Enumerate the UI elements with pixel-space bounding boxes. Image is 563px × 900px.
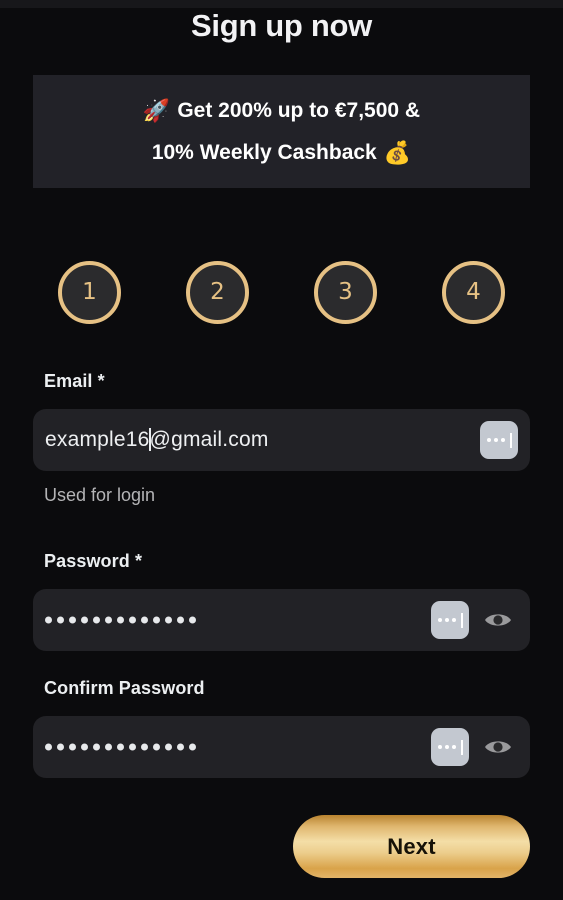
autofill-caret-icon (509, 432, 512, 448)
masked-character-dot (117, 743, 124, 751)
confirm-password-field[interactable] (33, 716, 530, 778)
password-autofill-button[interactable] (431, 601, 469, 639)
autofill-caret-icon (460, 612, 463, 628)
three-dots-icon (500, 438, 505, 442)
email-value-before-caret: example16 (45, 428, 150, 451)
password-label: Password * (44, 551, 143, 571)
promo-line-1-text: Get 200% up to €7,500 & (177, 98, 421, 122)
password-reveal-button[interactable] (480, 602, 516, 638)
confirm-password-reveal-button[interactable] (480, 729, 516, 765)
masked-character-dot (93, 743, 100, 751)
step-indicator: 1 2 3 4 (33, 257, 530, 327)
three-dots-icon (437, 618, 442, 622)
email-label: Email * (44, 371, 105, 391)
email-helper-text: Used for login (44, 485, 156, 505)
masked-character-dot (93, 616, 100, 624)
promo-line-2: 10% Weekly Cashback 💰 (152, 133, 411, 173)
masked-character-dot (57, 743, 64, 751)
promo-banner: 🚀 Get 200% up to €7,500 & 10% Weekly Cas… (33, 75, 530, 188)
step-indicator-1[interactable]: 1 (58, 260, 121, 324)
three-dots-icon (451, 745, 456, 749)
masked-character-dot (69, 743, 76, 751)
masked-character-dot (105, 743, 112, 751)
password-field[interactable] (33, 589, 530, 651)
money-bag-icon: 💰 (383, 139, 412, 165)
page-title: Sign up now (191, 8, 372, 43)
masked-character-dot (141, 616, 148, 624)
masked-character-dot (189, 743, 196, 751)
next-button[interactable]: Next (293, 815, 530, 878)
confirm-password-autofill-button[interactable] (431, 728, 469, 766)
email-value-after-caret: @gmail.com (149, 428, 269, 451)
step-indicator-2[interactable]: 2 (186, 260, 249, 324)
password-masked-value (45, 616, 196, 624)
masked-character-dot (153, 616, 160, 624)
three-dots-icon (486, 438, 491, 442)
masked-character-dot (45, 616, 52, 624)
promo-line-1: 🚀 Get 200% up to €7,500 & (143, 91, 420, 131)
masked-character-dot (81, 743, 88, 751)
masked-character-dot (129, 616, 136, 624)
masked-character-dot (117, 616, 124, 624)
three-dots-icon (444, 618, 449, 622)
masked-character-dot (177, 743, 184, 751)
masked-character-dot (105, 616, 112, 624)
masked-character-dot (177, 616, 184, 624)
email-required-marker: * (97, 371, 105, 391)
three-dots-icon (493, 438, 498, 442)
three-dots-icon (444, 745, 449, 749)
masked-character-dot (165, 743, 172, 751)
masked-character-dot (165, 616, 172, 624)
promo-line-2-text: 10% Weekly Cashback (151, 140, 377, 164)
email-value: example16@gmail.com (45, 428, 269, 452)
autofill-caret-icon (460, 739, 463, 755)
email-field[interactable]: example16@gmail.com (33, 409, 530, 471)
confirm-password-masked-value (45, 743, 196, 751)
step-indicator-3[interactable]: 3 (314, 260, 377, 324)
masked-character-dot (81, 616, 88, 624)
confirm-password-label: Confirm Password (44, 678, 205, 698)
signup-screen: Sign up now 🚀 Get 200% up to €7,500 & 10… (0, 0, 563, 900)
masked-character-dot (153, 743, 160, 751)
masked-character-dot (69, 616, 76, 624)
three-dots-icon (451, 618, 456, 622)
eye-icon (485, 614, 511, 626)
rocket-icon: 🚀 (142, 97, 171, 123)
masked-character-dot (141, 743, 148, 751)
masked-character-dot (129, 743, 136, 751)
step-indicator-4[interactable]: 4 (442, 260, 505, 324)
three-dots-icon (437, 745, 442, 749)
masked-character-dot (189, 616, 196, 624)
eye-icon (485, 741, 511, 753)
masked-character-dot (45, 743, 52, 751)
password-required-marker: * (134, 551, 143, 571)
masked-character-dot (57, 616, 64, 624)
email-autofill-button[interactable] (480, 421, 518, 459)
